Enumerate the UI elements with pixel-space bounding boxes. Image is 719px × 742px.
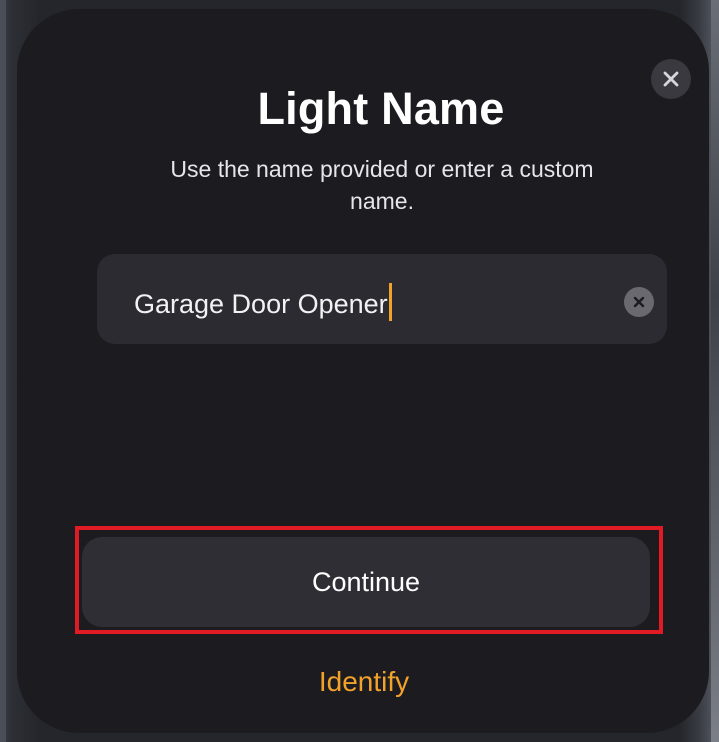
identify-button[interactable]: Identify: [0, 666, 719, 698]
continue-button[interactable]: Continue: [82, 537, 650, 627]
clear-text-button[interactable]: [624, 287, 654, 317]
background-edge-left: [0, 0, 6, 742]
clear-text-icon: [633, 296, 645, 308]
text-caret: [388, 283, 392, 321]
name-field-value: Garage Door Opener: [134, 289, 388, 319]
dialog-subtitle: Use the name provided or enter a custom …: [170, 156, 594, 214]
page-title: Light Name: [257, 83, 505, 134]
name-field-text[interactable]: Garage Door Opener: [134, 283, 392, 321]
name-field[interactable]: Garage Door Opener: [97, 254, 667, 344]
continue-button-label: Continue: [311, 566, 421, 597]
